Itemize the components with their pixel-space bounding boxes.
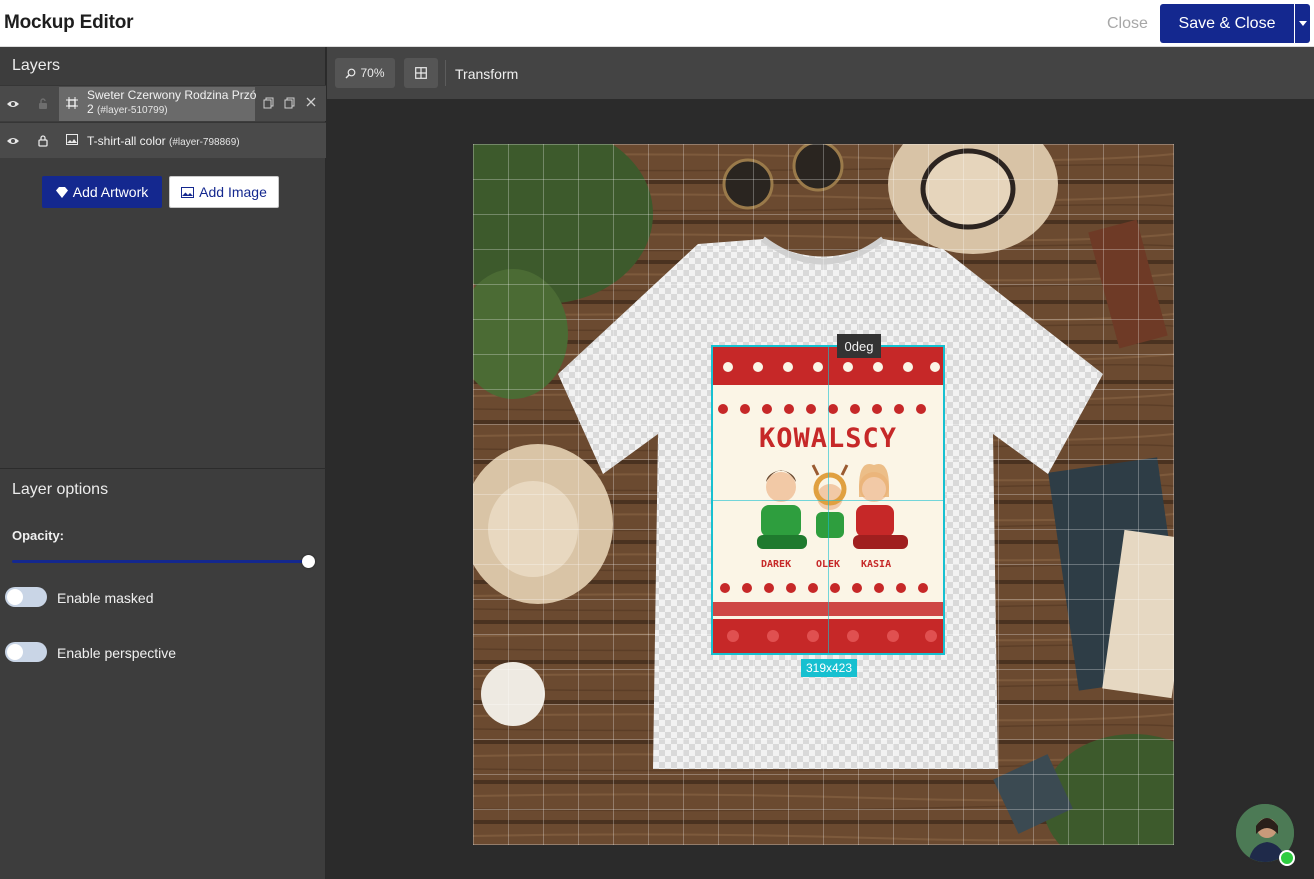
lock-icon bbox=[37, 135, 48, 147]
add-image-label: Add Image bbox=[199, 184, 267, 200]
layer-name-line2: 2 bbox=[87, 102, 94, 116]
layer-row[interactable]: Sweter Czerwony Rodzina Przó 2 (#layer-5… bbox=[0, 85, 326, 121]
zoom-icon bbox=[345, 68, 356, 78]
duplicate-icon[interactable] bbox=[263, 97, 274, 109]
zoom-level: 70% bbox=[360, 66, 385, 80]
sidebar: Layers Sweter Czerwony Rodzina Przó 2 (#… bbox=[0, 47, 326, 879]
canvas-toolbar: 70% Transform bbox=[327, 47, 1314, 99]
grid-toggle-button[interactable] bbox=[404, 58, 438, 88]
layers-panel-title: Layers bbox=[12, 57, 61, 74]
enable-perspective-toggle[interactable] bbox=[5, 642, 47, 662]
opacity-label: Opacity: bbox=[12, 528, 65, 543]
save-options-dropdown[interactable] bbox=[1295, 4, 1310, 43]
layer-name: Sweter Czerwony Rodzina Przó 2 (#layer-5… bbox=[87, 88, 256, 118]
lock-toggle[interactable] bbox=[30, 86, 55, 122]
center-guide-vertical bbox=[828, 347, 829, 653]
close-icon[interactable] bbox=[306, 97, 316, 107]
opacity-slider-track[interactable] bbox=[12, 560, 308, 563]
diamond-icon bbox=[55, 186, 68, 198]
add-image-button[interactable]: Add Image bbox=[169, 176, 279, 208]
opacity-slider-thumb[interactable] bbox=[302, 555, 315, 568]
online-status-indicator bbox=[1279, 850, 1295, 866]
layer-name-line1: Sweter Czerwony Rodzina Przó bbox=[87, 88, 257, 102]
eye-icon bbox=[6, 101, 19, 107]
copy-icon[interactable] bbox=[284, 97, 295, 109]
eye-icon bbox=[6, 138, 19, 144]
layer-row[interactable]: T-shirt-all color (#layer-798869) bbox=[0, 122, 326, 158]
artwork-name-text: KASIA bbox=[861, 559, 892, 570]
save-and-close-button[interactable]: Save & Close bbox=[1160, 4, 1294, 43]
visibility-toggle[interactable] bbox=[0, 123, 25, 159]
layer-name: T-shirt-all color (#layer-798869) bbox=[87, 134, 240, 150]
app-title: Mockup Editor bbox=[4, 12, 134, 33]
visibility-toggle[interactable] bbox=[0, 86, 25, 122]
transform-tool[interactable]: Transform bbox=[455, 66, 518, 82]
close-button[interactable]: Close bbox=[1107, 15, 1148, 33]
lock-toggle[interactable] bbox=[30, 123, 55, 159]
image-icon bbox=[181, 186, 195, 198]
layer-name-line1: T-shirt-all color bbox=[87, 134, 166, 148]
grid-icon bbox=[415, 67, 427, 79]
add-artwork-label: Add Artwork bbox=[72, 184, 149, 200]
enable-masked-toggle[interactable] bbox=[5, 587, 47, 607]
artwork-icon bbox=[66, 97, 78, 109]
enable-perspective-label: Enable perspective bbox=[57, 645, 177, 661]
panel-divider bbox=[0, 468, 326, 469]
layer-id: (#layer-510799) bbox=[97, 105, 168, 116]
header-bar: Mockup Editor Close Save & Close bbox=[0, 0, 1314, 47]
add-artwork-button[interactable]: Add Artwork bbox=[42, 176, 162, 208]
rotation-handle-label[interactable]: 0deg bbox=[837, 334, 881, 358]
unlock-icon bbox=[38, 98, 47, 109]
chevron-down-icon bbox=[1298, 21, 1307, 26]
artwork-name-text: DAREK bbox=[761, 559, 792, 570]
image-icon bbox=[66, 134, 78, 145]
size-indicator: 319x423 bbox=[801, 659, 857, 677]
layer-options-title: Layer options bbox=[12, 481, 109, 498]
toolbar-separator bbox=[445, 60, 446, 86]
enable-masked-label: Enable masked bbox=[57, 590, 154, 606]
layer-id: (#layer-798869) bbox=[169, 137, 240, 148]
zoom-button[interactable]: 70% bbox=[335, 58, 395, 88]
